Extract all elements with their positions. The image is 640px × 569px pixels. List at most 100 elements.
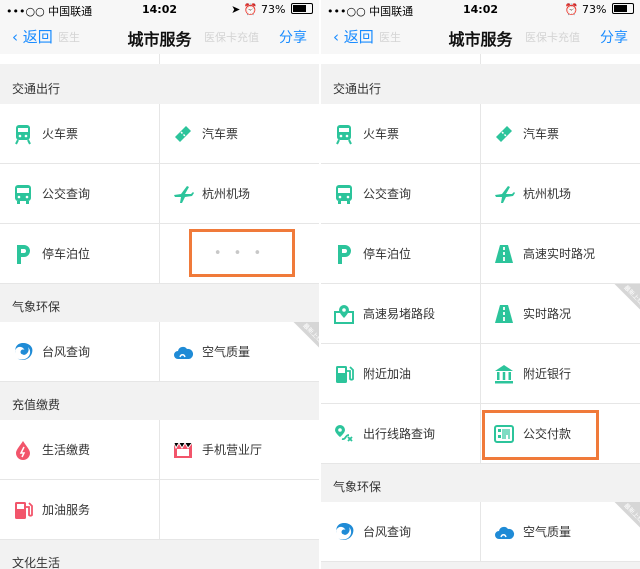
parking-icon [17,245,30,264]
grid-row: 火车票 汽车票 [0,104,319,164]
grid-item-label: 生活缴费 [42,443,91,457]
grid-item-train[interactable]: 火车票 [0,104,160,163]
prev-row-strip [321,54,640,64]
grid-row: 出行线路查询 公交付款 [321,404,640,464]
airplane-icon [495,186,515,203]
prev-row-strip [0,54,319,64]
right-phone-screen: •••○○ 中国联通 14:02 ⏰ 73% ‹ 返回 医生 城市服务 医保卡充… [321,0,640,569]
grid-item-parking[interactable]: 停车泊位 [321,224,481,283]
bus-icon [336,185,352,204]
grid-item-utility-bills[interactable]: 生活缴费 [0,420,160,479]
grid-item-label: 台风查询 [363,525,412,539]
share-button[interactable]: 分享 [600,27,628,47]
grid-item-bus-payment[interactable]: 公交付款 [481,404,640,463]
grid-item-highway-traffic[interactable]: 高速实时路况 [481,224,640,283]
grid-item-airport[interactable]: 杭州机场 [160,164,319,223]
section-header: 交通出行 [321,66,640,104]
grid-item-congestion[interactable]: 高速易堵路段 [321,284,481,343]
grid-item-bus-ticket[interactable]: 汽车票 [481,104,640,163]
grid-row: 公交查询 杭州机场 [0,164,319,224]
fuel-pump-icon [15,502,33,519]
grid-row: 停车泊位 • • • [0,224,319,284]
grid-item-label: 台风查询 [42,345,91,359]
section-header: 气象环保 [0,284,319,322]
grid-item-label: 实时路况 [523,307,572,321]
grid-item-bus-query[interactable]: 公交查询 [321,164,481,223]
bus-icon [15,185,31,204]
grid-item-bus-query[interactable]: 公交查询 [0,164,160,223]
qr-code-icon [494,425,514,443]
battery-icon [612,3,634,14]
airplane-icon [174,186,194,203]
map-pin-icon [334,305,354,324]
battery-indicator: ⏰ 73% [565,3,634,16]
ghost-text: 医保卡充值 [204,31,259,44]
alarm-icon: ⏰ [564,3,579,16]
grid-item-typhoon[interactable]: 台风查询 [0,322,160,381]
grid-item-label: 空气质量 [202,345,251,359]
grid-item-train[interactable]: 火车票 [321,104,481,163]
grid-item-airport[interactable]: 杭州机场 [481,164,640,223]
grid-row: 台风查询 空气质量 最新上线 [321,502,640,562]
grid-item-route-query[interactable]: 出行线路查询 [321,404,481,463]
drop-icon [16,441,30,460]
grid-item-bank[interactable]: 附近银行 [481,344,640,403]
grid-item-gas-station[interactable]: 附近加油 [321,344,481,403]
grid-item-label: 加油服务 [42,503,91,517]
grid-item-air-quality[interactable]: 空气质量 最新上线 [481,502,640,561]
more-button[interactable]: • • • [160,224,319,283]
grid-item-label: 空气质量 [523,525,572,539]
road-icon [495,305,513,323]
grid-item-label: 公交查询 [42,187,91,201]
grid-row: 公交查询 杭州机场 [321,164,640,224]
grid-item-label: 杭州机场 [202,187,251,201]
grid-item-label: 停车泊位 [42,247,91,261]
grid-item-parking[interactable]: 停车泊位 [0,224,160,283]
road-icon [495,245,513,263]
grid-row: 生活缴费 手机营业厅 [0,420,319,480]
grid-item-mobile-hall[interactable]: 手机营业厅 [160,420,319,479]
grid-item-label: 公交付款 [523,427,572,441]
alarm-icon: ⏰ [243,3,258,16]
grid-item-bus-ticket[interactable]: 汽车票 [160,104,319,163]
section-header: 气象环保 [321,464,640,502]
grid-item-label: 汽车票 [523,127,560,141]
grid-row: 加油服务 [0,480,319,540]
grid-item-fuel-service[interactable]: 加油服务 [0,480,160,539]
status-bar: •••○○ 中国联通 14:02 ⏰ 73% [321,0,640,20]
grid-item-label: 附近银行 [523,367,572,381]
battery-icon [291,3,313,14]
cloud-icon [174,346,194,359]
bank-icon [495,365,513,384]
grid-item-label: 火车票 [42,127,79,141]
more-dots-icon: • • • [213,246,266,261]
grid-row: 台风查询 空气质量 最新上线 [0,322,319,382]
location-icon: ➤ [231,3,241,16]
left-phone-screen: •••○○ 中国联通 14:02 ➤ ⏰ 73% ‹ 返回 医生 城市服务 医保… [0,0,319,569]
grid-item-label: 高速易堵路段 [363,307,436,321]
train-icon [15,125,31,145]
new-badge: 最新上线 [285,322,319,356]
ticket-icon [175,126,191,142]
battery-indicator: ➤ ⏰ 73% [231,3,313,16]
fuel-pump-icon [336,366,354,383]
new-badge: 最新上线 [606,502,640,536]
share-button[interactable]: 分享 [279,27,307,47]
cloud-icon [495,526,515,539]
parking-icon [338,245,351,264]
nav-bar: ‹ 返回 医生 城市服务 医保卡充值 分享 [321,20,640,54]
route-icon [335,425,353,442]
grid-item-label: 杭州机场 [523,187,572,201]
grid-row: 停车泊位 高速实时路况 [321,224,640,284]
section-header: 充值缴费 [0,382,319,420]
battery-percent: 73% [261,3,286,16]
grid-item-label: 手机营业厅 [202,443,263,457]
grid-item-air-quality[interactable]: 空气质量 最新上线 [160,322,319,381]
status-bar: •••○○ 中国联通 14:02 ➤ ⏰ 73% [0,0,319,20]
grid-item-live-traffic[interactable]: 实时路况 最新上线 [481,284,640,343]
storefront-icon [173,442,193,458]
grid-item-label: 停车泊位 [363,247,412,261]
grid-item-label: 高速实时路况 [523,247,596,261]
grid-item-empty [160,480,319,539]
grid-item-typhoon[interactable]: 台风查询 [321,502,481,561]
